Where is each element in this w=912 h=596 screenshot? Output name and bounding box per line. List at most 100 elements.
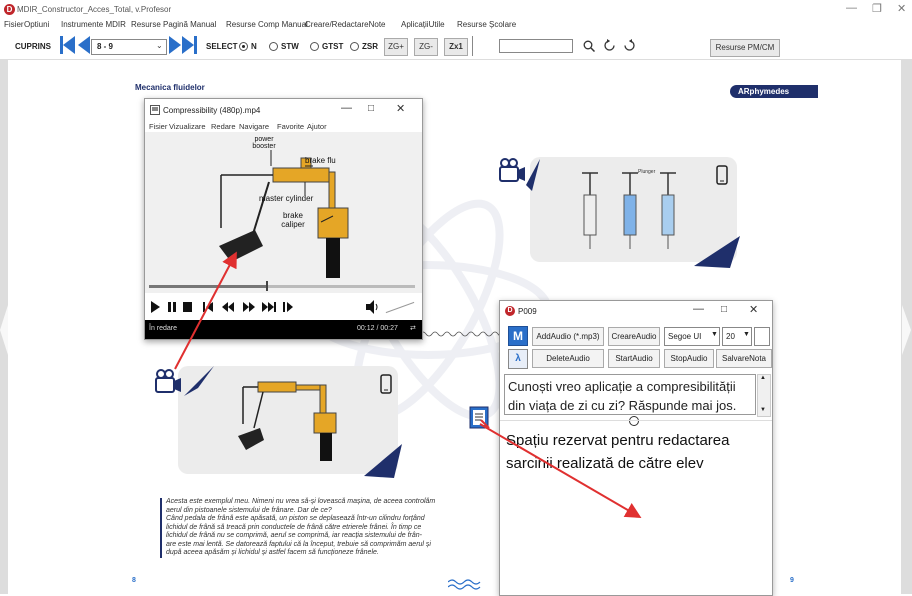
menu-instrumente[interactable]: Instrumente MDIR: [61, 20, 126, 29]
chapter-title: Mecanica fluidelor: [135, 83, 205, 92]
search-input[interactable]: [499, 39, 573, 53]
prev-page-icon[interactable]: [78, 36, 90, 54]
last-page-icon[interactable]: [182, 36, 194, 54]
body-line: aerul din pistoanele sistemului de frâna…: [166, 506, 332, 514]
minimize-icon[interactable]: —: [846, 2, 857, 14]
select-label: SELECT: [206, 42, 238, 51]
lambda-icon[interactable]: λ: [508, 349, 528, 369]
menu-aplicatii-utile[interactable]: AplicațiiUtile: [401, 20, 445, 29]
maximize-icon[interactable]: □: [721, 304, 727, 315]
video-camera-icon[interactable]: [496, 155, 546, 195]
chevron-down-icon: ▼: [743, 331, 750, 338]
arphymedes-badge: ARphymedes: [730, 85, 818, 98]
video-menu-navigare[interactable]: Navigare: [239, 122, 269, 131]
first-page-icon[interactable]: [63, 36, 75, 54]
body-line: după aceea apăsăm și lichidul și astfel …: [166, 549, 379, 556]
volume-icon[interactable]: [365, 300, 379, 314]
video-controls: [145, 281, 422, 320]
card-corner-decoration: [694, 236, 740, 268]
restore-icon[interactable]: ❐: [872, 2, 882, 15]
resurse-pmcm-button[interactable]: Resurse PM/CM: [710, 39, 780, 57]
close-icon[interactable]: ✕: [396, 102, 405, 115]
label-master-cylinder: master cylinder: [259, 194, 314, 203]
menu-resurse-pagina[interactable]: Resurse Pagină Manual: [131, 20, 216, 29]
divider: [500, 420, 772, 421]
search-icon[interactable]: [583, 40, 595, 52]
cuprins-button[interactable]: CUPRINS: [15, 42, 51, 51]
body-line: Când pedala de frână este apăsată, un pi…: [166, 515, 425, 522]
minimize-icon[interactable]: —: [341, 102, 352, 114]
card-corner-decoration: [364, 444, 402, 478]
menu-resurse-scolare[interactable]: Resurse Școlare: [457, 20, 516, 29]
video-menu-bar: Fisier Vizualizare Redare Navigare Favor…: [145, 120, 422, 132]
seek-bar[interactable]: [149, 281, 415, 291]
refresh-icon[interactable]: [603, 39, 616, 52]
next-spread-icon[interactable]: [902, 305, 911, 355]
note-icon[interactable]: [469, 406, 491, 430]
prev-spread-icon[interactable]: [0, 305, 8, 355]
stop-audio-button[interactable]: StopAudio: [664, 349, 714, 368]
video-menu-redare[interactable]: Redare: [211, 122, 236, 131]
seek-progress: [149, 285, 267, 288]
volume-slider[interactable]: [385, 301, 415, 314]
chevron-down-icon: ⌄: [156, 41, 163, 50]
video-menu-favorite[interactable]: Favorite: [277, 122, 304, 131]
answer-textarea[interactable]: Spațiu rezervat pentru redactarea sarcin…: [506, 429, 764, 475]
radio-n[interactable]: [239, 42, 248, 51]
maximize-icon[interactable]: □: [368, 103, 374, 114]
video-menu-fisier[interactable]: Fisier: [149, 122, 167, 131]
salvare-nota-button[interactable]: SalvareNota: [716, 349, 772, 368]
start-audio-button[interactable]: StartAudio: [608, 349, 660, 368]
zoom-in-button[interactable]: ZG+: [384, 38, 408, 56]
video-menu-ajutor[interactable]: Ajutor: [307, 122, 327, 131]
right-page-number: 9: [790, 577, 794, 584]
rotate-icon[interactable]: [623, 39, 636, 52]
video-frame[interactable]: power booster brake flu master cylinder …: [145, 132, 422, 293]
font-name-value: Segoe UI: [668, 332, 702, 341]
playback-status: În redare: [149, 325, 178, 332]
fullscreen-icon[interactable]: ⇄: [410, 324, 416, 332]
menu-creare-note[interactable]: Creare/RedactareNote: [305, 20, 385, 29]
minimize-icon[interactable]: —: [693, 303, 704, 315]
video-title: Compressibility (480p).mp4: [163, 106, 261, 115]
next-page-icon[interactable]: [169, 36, 181, 54]
page-select[interactable]: 8 - 9 ⌄: [91, 39, 167, 55]
media-file-icon: [150, 105, 160, 115]
question-scrollbar[interactable]: ▲ ▼: [757, 374, 771, 417]
menu-fisier[interactable]: Fisier: [4, 20, 24, 29]
app-icon: D: [4, 4, 15, 15]
video-status-bar: În redare 00:12 / 00:27 ⇄: [145, 320, 422, 339]
video-menu-vizualizare[interactable]: Vizualizare: [169, 122, 206, 131]
menu-resurse-comp[interactable]: Resurse Comp Manual: [226, 20, 308, 29]
question-textbox[interactable]: Cunoști vreo aplicație a compresibilităț…: [504, 374, 756, 415]
radio-gtst-label: GTST: [322, 42, 344, 51]
zoom-out-button[interactable]: ZG-: [414, 38, 438, 56]
close-icon[interactable]: ✕: [749, 303, 758, 316]
scroll-down-icon[interactable]: ▼: [760, 407, 766, 413]
label-power-booster: power booster: [252, 136, 276, 150]
scroll-up-icon[interactable]: ▲: [760, 375, 766, 381]
radio-stw[interactable]: [269, 42, 278, 51]
radio-zsr-label: ZSR: [362, 42, 378, 51]
delete-audio-button[interactable]: DeleteAudio: [532, 349, 604, 368]
radio-gtst[interactable]: [310, 42, 319, 51]
resize-handle[interactable]: [629, 416, 639, 426]
add-audio-button[interactable]: AddAudio (*.mp3): [532, 327, 604, 346]
app-icon: D: [505, 306, 515, 316]
seek-handle[interactable]: [266, 281, 269, 291]
video-camera-icon[interactable]: [152, 360, 222, 404]
logo-m-icon[interactable]: M: [508, 326, 528, 346]
close-icon[interactable]: ✕: [897, 2, 906, 15]
extra-control[interactable]: [754, 327, 770, 346]
radio-zsr[interactable]: [350, 42, 359, 51]
body-paragraph: Acesta este exemplul meu. Nimeni nu vrea…: [160, 498, 458, 558]
transport-icons: [151, 301, 293, 313]
menu-optiuni[interactable]: Optiuni: [24, 20, 49, 29]
arphymedes-label: ARphymedes: [738, 87, 790, 96]
zoom-1-button[interactable]: Zx1: [444, 38, 468, 56]
title-bar: D MDIR_Constructor_Acces_Total, v.Profes…: [0, 0, 912, 20]
font-name-select[interactable]: Segoe UI ▼: [664, 327, 720, 346]
font-size-select[interactable]: 20 ▼: [722, 327, 752, 346]
last-page-bar-icon[interactable]: [194, 36, 197, 54]
creare-audio-button[interactable]: CreareAudio: [608, 327, 660, 346]
